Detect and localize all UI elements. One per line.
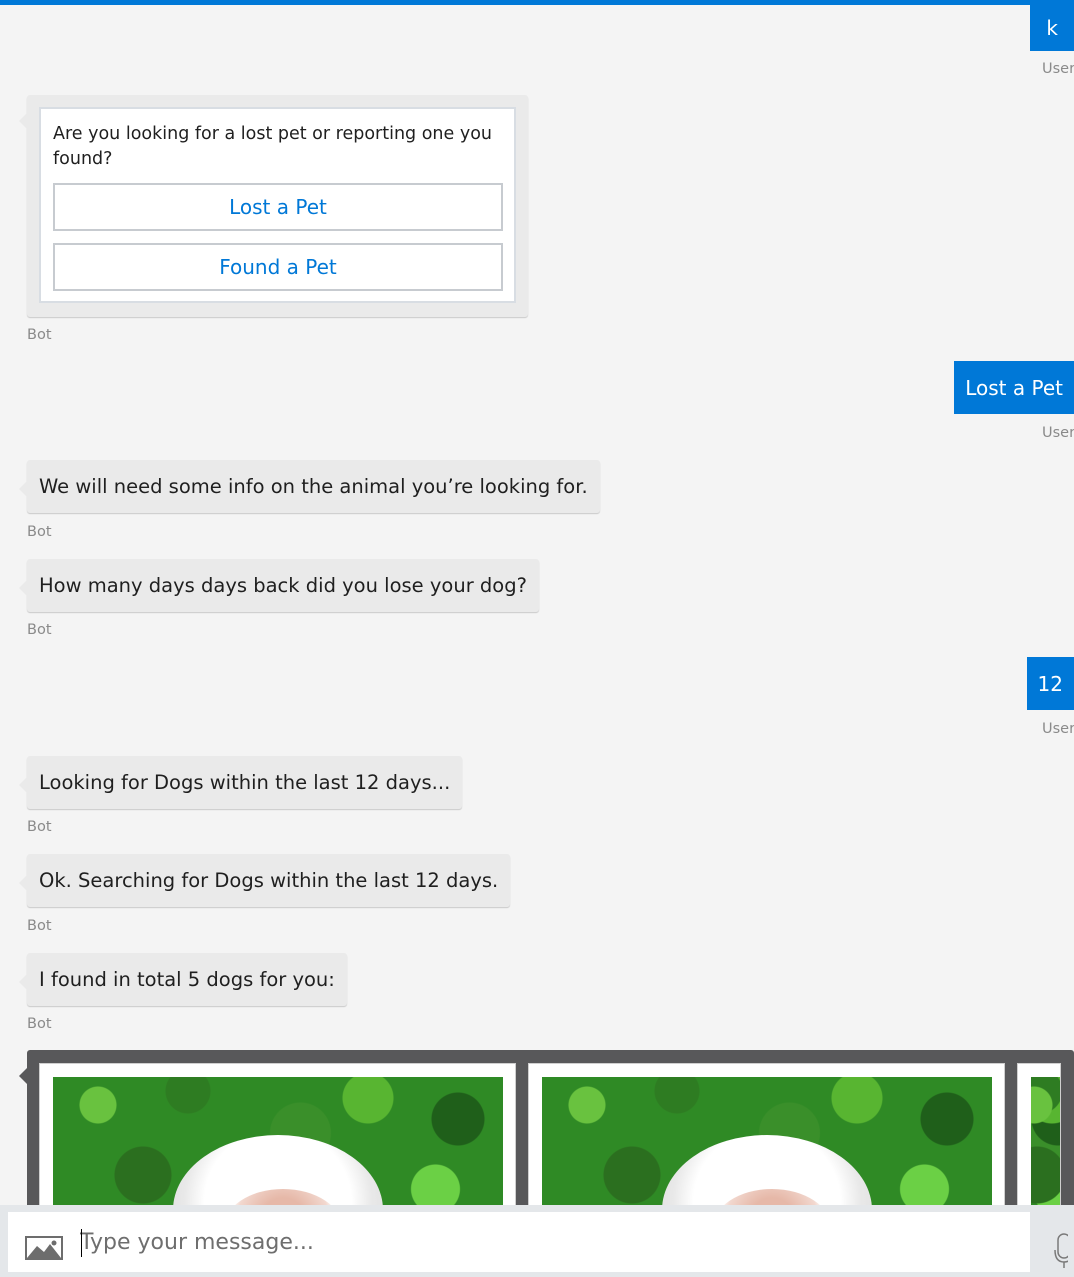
bot-message-searching: Ok. Searching for Dogs within the last 1… xyxy=(18,854,511,907)
image-upload-icon-glyph xyxy=(27,1240,61,1258)
bot-message-need-info: We will need some info on the animal you… xyxy=(19,460,600,513)
dog-photo xyxy=(542,1077,992,1217)
top-accent-bar xyxy=(0,0,1074,5)
message-text: We will need some info on the animal you… xyxy=(39,475,588,498)
hero-card-text: Are you looking for a lost pet or report… xyxy=(53,124,493,169)
message-input[interactable] xyxy=(80,1212,1030,1272)
user-message-k: k xyxy=(1030,5,1074,51)
upload-image-button[interactable] xyxy=(8,1212,80,1272)
microphone-button[interactable] xyxy=(1038,1212,1074,1272)
message-text: Looking for Dogs within the last 12 days… xyxy=(39,771,451,794)
message-text: I found in total 5 dogs for you: xyxy=(39,968,335,991)
image-upload-icon xyxy=(25,1236,63,1260)
sender-label: Bot xyxy=(27,327,52,343)
bot-message-looking: Looking for Dogs within the last 12 days… xyxy=(18,756,463,809)
sender-label: User xyxy=(1042,721,1074,737)
message-text: Ok. Searching for Dogs within the last 1… xyxy=(39,869,499,892)
microphone-icon xyxy=(1054,1233,1074,1268)
message-text: How many days days back did you lose you… xyxy=(39,574,527,597)
message-text: 12 xyxy=(1037,672,1063,696)
user-message-12: 12 xyxy=(1026,657,1074,710)
sender-label: Bot xyxy=(27,819,52,835)
message-text: k xyxy=(1046,16,1058,40)
sender-label: Bot xyxy=(27,622,52,638)
sender-label: Bot xyxy=(27,524,52,540)
bot-hero-card: Are you looking for a lost pet or report… xyxy=(19,95,528,317)
bot-message-days-back: How many days days back did you lose you… xyxy=(19,559,539,612)
dog-card[interactable] xyxy=(39,1063,516,1223)
dog-card[interactable] xyxy=(1017,1063,1061,1223)
text-caret xyxy=(81,1229,82,1257)
dog-photo xyxy=(1031,1077,1060,1217)
hero-card-body: Are you looking for a lost pet or report… xyxy=(39,107,516,303)
message-text: Lost a Pet xyxy=(965,376,1063,400)
found-a-pet-button[interactable]: Found a Pet xyxy=(53,243,503,291)
lost-a-pet-button[interactable]: Lost a Pet xyxy=(53,183,503,231)
sender-label: Bot xyxy=(27,918,52,934)
sender-label: User xyxy=(1042,425,1074,441)
dog-results-carousel[interactable] xyxy=(27,1050,1074,1223)
dog-photo xyxy=(53,1077,503,1217)
sender-label: Bot xyxy=(27,1016,52,1032)
sender-label: User xyxy=(1042,61,1074,77)
user-message-lost-a-pet: Lost a Pet xyxy=(954,361,1074,414)
bot-message-found: I found in total 5 dogs for you: xyxy=(19,953,347,1006)
dog-card[interactable] xyxy=(528,1063,1005,1223)
message-input-bar xyxy=(0,1205,1074,1277)
